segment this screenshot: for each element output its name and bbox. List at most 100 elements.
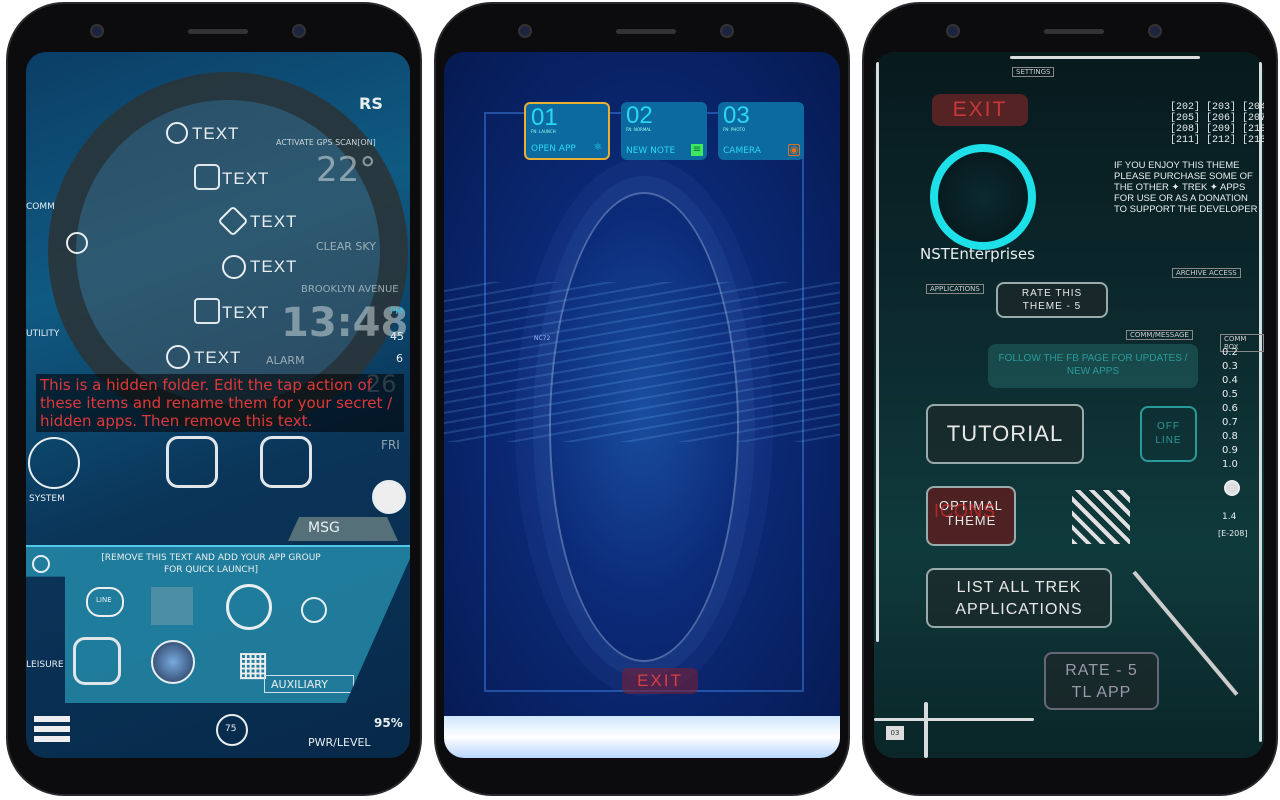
number-03: 03 (886, 726, 904, 740)
tile-number: 01 (531, 104, 558, 131)
tile-camera[interactable]: 03 FN: PHOTO CAMERA ◉ (718, 102, 804, 160)
item-label: TEXT (222, 169, 270, 188)
light-streaks (444, 282, 840, 442)
street: BROOKLYN AVENUE (301, 284, 399, 295)
pwr-level-label: PWR/LEVEL (308, 736, 371, 749)
item-label: TEXT (250, 257, 298, 276)
translate-icon[interactable] (151, 587, 193, 625)
target-app-icon[interactable] (226, 584, 272, 630)
rate-tl-app-button[interactable]: RATE - 5 TL APP (1044, 652, 1159, 710)
circle-icon (166, 122, 188, 144)
utility-label: UTILITY (26, 329, 60, 339)
orb-icon[interactable] (151, 640, 195, 684)
ampm: PM (390, 307, 404, 317)
speaker (188, 29, 248, 34)
hazard-stripes (1072, 490, 1130, 544)
speaker (616, 29, 676, 34)
comm-value: 0.7 (1222, 417, 1238, 428)
code-row: [208] [209] [210] (1170, 124, 1264, 135)
drive-app-icon[interactable] (73, 637, 121, 685)
tile-open-app[interactable]: 01 FN: LAUNCH OPEN APP ⚛ (524, 102, 610, 160)
tile-sub: FN: LAUNCH (531, 129, 556, 134)
tile-label: OPEN APP (531, 144, 576, 154)
code-row: [211] [212] [213] (1170, 135, 1264, 146)
front-camera (90, 24, 104, 38)
code-row: [202] [203] [204] (1170, 102, 1264, 113)
tile-label: CAMERA (723, 146, 761, 156)
system-label: SYSTEM (29, 494, 65, 504)
weather: CLEAR SKY (316, 240, 376, 253)
atom-icon: ⚛ (593, 142, 603, 153)
applications-label[interactable]: APPLICATIONS (926, 284, 984, 294)
app-icon-ring[interactable] (166, 436, 218, 488)
gps-scan[interactable]: ACTIVATE GPS SCAN[ON] (276, 138, 376, 147)
msg-line: PLEASE PURCHASE SOME OF (1114, 171, 1253, 182)
temperature: 22° (316, 150, 377, 190)
battery-percent: 95% (374, 716, 403, 730)
speaker (1044, 29, 1104, 34)
comm-value: 0.5 (1222, 389, 1238, 400)
comm-value: 0.9 (1222, 445, 1238, 456)
share-icon[interactable] (301, 597, 327, 623)
bottom-glow (444, 716, 840, 758)
folder-close-icon[interactable] (66, 232, 88, 254)
archive-access[interactable]: ARCHIVE ACCESS (1172, 268, 1241, 278)
item-label: TEXT (192, 124, 240, 143)
tile-sub: FN: PHOTO (723, 127, 746, 132)
item-label: TEXT (222, 303, 270, 322)
app-icon-radio[interactable] (260, 436, 312, 488)
comm-message-label[interactable]: COMM/MESSAGE (1126, 330, 1193, 340)
code-e208: [E-208] (1218, 529, 1248, 538)
msg-label: MSG (308, 520, 340, 536)
value-1-4: 1.4 (1222, 512, 1237, 522)
comm-label: COMM (26, 202, 55, 212)
settings-label[interactable]: SETTINGS (1012, 67, 1055, 77)
icons-overlay: ICONS (934, 501, 997, 521)
circuit-line (1010, 56, 1200, 59)
rate-theme-button[interactable]: RATE THIS THEME - 5 (996, 282, 1108, 318)
auxiliary-label: AUXILIARY (271, 678, 328, 691)
circuit-line (876, 62, 879, 642)
msg-line: TO SUPPORT THE DEVELOPER (1114, 204, 1258, 215)
comm-value: 0.3 (1222, 361, 1238, 372)
tile-new-note[interactable]: 02 FN: NORMAL NEW NOTE ≡ (621, 102, 707, 160)
offline-status: OFF LINE (1140, 406, 1197, 462)
comm-value: 0.4 (1222, 375, 1238, 386)
level-value: 75 (225, 724, 237, 734)
level-gauge: 75 (216, 714, 248, 746)
tutorial-button[interactable]: TUTORIAL (926, 404, 1084, 464)
leisure-label: LEISURE (26, 660, 64, 670)
marker-text: NC72 (534, 335, 551, 342)
list-trek-apps-button[interactable]: LIST ALL TREK APPLICATIONS (926, 568, 1112, 628)
exit-button[interactable]: EXIT (622, 668, 698, 694)
comm-value: 0.2 (1222, 347, 1238, 358)
app-icon-dot[interactable] (372, 480, 406, 514)
dock-close-icon[interactable] (32, 555, 50, 573)
sensor (720, 24, 734, 38)
system-icon[interactable] (28, 437, 80, 489)
day: FRI (381, 438, 400, 452)
follow-fb-button[interactable]: FOLLOW THE FB PAGE FOR UPDATES / NEW APP… (988, 344, 1198, 388)
rate5-label: RATE - 5 (1065, 662, 1138, 679)
comm-values: 0.2 0.3 0.4 0.5 0.6 0.7 0.8 0.9 1.0 (1222, 346, 1238, 472)
camera-icon: ◉ (788, 144, 800, 156)
front-camera (518, 24, 532, 38)
optimal-theme-button[interactable]: OPTIMAL THEME ICONS (926, 486, 1016, 546)
line-icon[interactable]: LINE (86, 587, 124, 617)
grid-icon (194, 298, 220, 324)
phone-right: SETTINGS EXIT NSTEnterprises [202] [203]… (862, 2, 1278, 796)
line-icon-text: LINE (96, 596, 112, 604)
front-camera (946, 24, 960, 38)
note-icon: ≡ (691, 144, 703, 156)
msg-line: IF YOU ENJOY THIS THEME (1114, 160, 1240, 171)
auxiliary-button[interactable]: AUXILIARY (264, 675, 354, 693)
target-icon (1224, 480, 1240, 496)
exit-button[interactable]: EXIT (932, 94, 1028, 126)
rs-logo: RS (359, 94, 383, 113)
target-icon (166, 345, 190, 369)
menu-icon[interactable] (34, 716, 70, 746)
circuit-line (874, 718, 1034, 721)
radio-icon (222, 255, 246, 279)
msg-tab[interactable]: MSG (288, 517, 398, 541)
sensor (292, 24, 306, 38)
